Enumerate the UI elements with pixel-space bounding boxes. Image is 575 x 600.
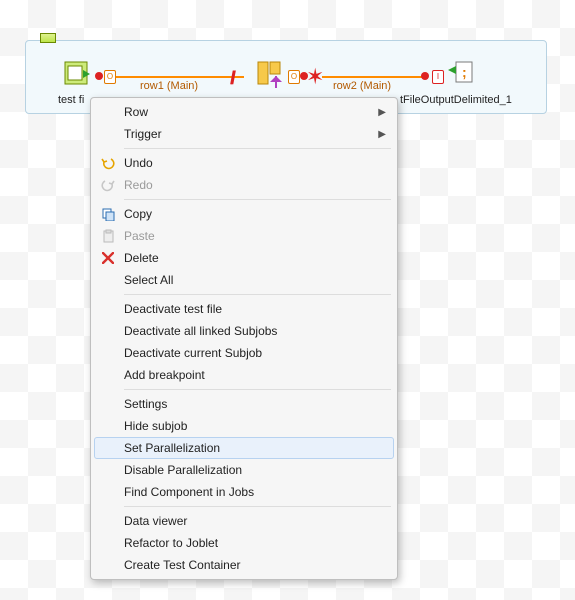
menu-label: Paste (124, 229, 155, 243)
redo-icon (99, 176, 117, 194)
menu-redo: Redo (94, 174, 394, 196)
menu-data-viewer[interactable]: Data viewer (94, 510, 394, 532)
subjob-collapse-handle[interactable] (40, 33, 56, 43)
menu-label: Copy (124, 207, 152, 221)
menu-deactivate-current[interactable]: Deactivate current Subjob (94, 342, 394, 364)
output-port[interactable]: O (288, 70, 300, 84)
connection-label: row2 (Main) (333, 80, 391, 92)
svg-text:;: ; (462, 64, 467, 80)
connection-start-dot (95, 72, 103, 80)
menu-label: Refactor to Joblet (124, 536, 218, 550)
menu-label: Select All (124, 273, 173, 287)
row1-connection[interactable] (116, 76, 244, 78)
connection-end-dot (421, 72, 429, 80)
menu-delete[interactable]: Delete (94, 247, 394, 269)
parallel-marker-icon: // (230, 68, 232, 89)
menu-separator (124, 199, 391, 200)
connection-label: row1 (Main) (140, 80, 198, 92)
menu-label: Deactivate all linked Subjobs (124, 324, 277, 338)
menu-hide-subjob[interactable]: Hide subjob (94, 415, 394, 437)
submenu-arrow-icon: ▶ (378, 129, 386, 140)
menu-label: Add breakpoint (124, 368, 205, 382)
menu-deactivate-testfile[interactable]: Deactivate test file (94, 298, 394, 320)
menu-select-all[interactable]: Select All (94, 269, 394, 291)
menu-label: Find Component in Jobs (124, 485, 254, 499)
undo-icon (99, 154, 117, 172)
menu-row[interactable]: Row ▶ (94, 101, 394, 123)
row2-connection[interactable] (322, 76, 422, 78)
menu-separator (124, 389, 391, 390)
tmap-component[interactable] (256, 60, 284, 88)
menu-add-breakpoint[interactable]: Add breakpoint (94, 364, 394, 386)
menu-undo[interactable]: Undo (94, 152, 394, 174)
menu-label: Redo (124, 178, 153, 192)
menu-label: Settings (124, 397, 167, 411)
menu-label: Set Parallelization (124, 441, 220, 455)
menu-label: Hide subjob (124, 419, 187, 433)
menu-label: Deactivate current Subjob (124, 346, 262, 360)
menu-separator (124, 148, 391, 149)
menu-create-test-container[interactable]: Create Test Container (94, 554, 394, 576)
menu-separator (124, 506, 391, 507)
submenu-arrow-icon: ▶ (378, 107, 386, 118)
menu-set-parallelization[interactable]: Set Parallelization (94, 437, 394, 459)
component-label: tFileOutputDelimited_1 (400, 94, 512, 106)
menu-label: Data viewer (124, 514, 187, 528)
file-input-component[interactable] (63, 60, 91, 88)
menu-label: Undo (124, 156, 153, 170)
menu-disable-parallelization[interactable]: Disable Parallelization (94, 459, 394, 481)
menu-label: Disable Parallelization (124, 463, 242, 477)
copy-icon (99, 205, 117, 223)
menu-label: Deactivate test file (124, 302, 222, 316)
component-label: test fi (58, 94, 84, 106)
menu-separator (124, 294, 391, 295)
menu-trigger[interactable]: Trigger ▶ (94, 123, 394, 145)
file-output-component[interactable]: ; (448, 60, 476, 88)
menu-refactor-joblet[interactable]: Refactor to Joblet (94, 532, 394, 554)
delete-icon (99, 249, 117, 267)
menu-find-component[interactable]: Find Component in Jobs (94, 481, 394, 503)
menu-label: Row (124, 105, 148, 119)
menu-copy[interactable]: Copy (94, 203, 394, 225)
menu-paste: Paste (94, 225, 394, 247)
menu-label: Create Test Container (124, 558, 241, 572)
input-port[interactable]: I (432, 70, 444, 84)
menu-label: Delete (124, 251, 159, 265)
menu-settings[interactable]: Settings (94, 393, 394, 415)
context-menu: Row ▶ Trigger ▶ Undo Redo Copy Paste De (90, 97, 398, 580)
output-port[interactable]: O (104, 70, 116, 84)
paste-icon (99, 227, 117, 245)
menu-label: Trigger (124, 127, 162, 141)
menu-deactivate-linked[interactable]: Deactivate all linked Subjobs (94, 320, 394, 342)
